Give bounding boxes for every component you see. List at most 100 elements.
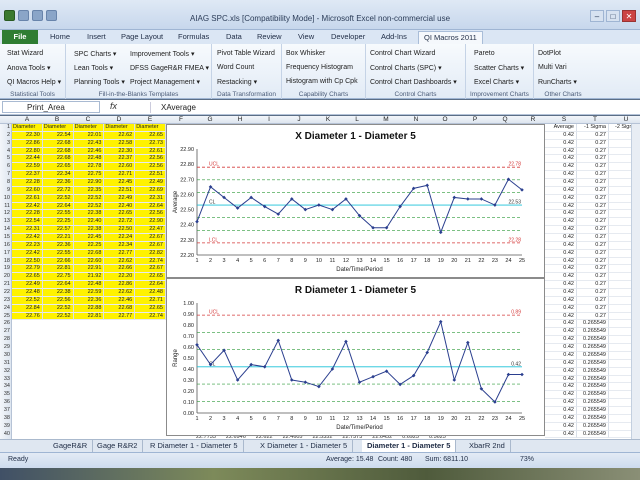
table-cell[interactable]: 0.265549 (577, 367, 609, 376)
table-cell[interactable]: 0.27 (577, 281, 609, 290)
row-header[interactable]: 3 (0, 140, 11, 148)
table-cell[interactable]: 22.23 (12, 241, 43, 250)
sheet-tab-xbarr-2nd[interactable]: XbarR 2nd (464, 440, 511, 452)
table-cell[interactable]: 0.27 (577, 155, 609, 164)
table-cell[interactable]: 0.27 (577, 202, 609, 211)
table-cell[interactable]: 22.62 (104, 257, 136, 266)
pareto-button[interactable]: Pareto (474, 50, 495, 57)
table-cell[interactable]: 0.27 (577, 273, 609, 282)
table-cell[interactable]: 0.265549 (577, 328, 609, 337)
column-header[interactable]: H (225, 116, 255, 124)
table-cell[interactable]: 22.46 (73, 147, 105, 156)
table-cell[interactable]: 22.50 (12, 257, 43, 266)
row-header[interactable]: 1 (0, 124, 11, 132)
table-cell[interactable]: 0.27 (577, 257, 609, 266)
table-cell[interactable]: 22.48 (73, 155, 105, 164)
table-cell[interactable]: 22.55 (42, 249, 74, 258)
table-cell[interactable]: 22.60 (73, 257, 105, 266)
table-cell[interactable]: 22.68 (104, 304, 136, 313)
anova-tools-button[interactable]: Anova Tools ▾ (7, 64, 50, 72)
table-cell[interactable]: 22.74 (135, 257, 166, 266)
table-cell[interactable]: 22.67 (135, 265, 166, 274)
table-cell[interactable]: 0.27 (577, 241, 609, 250)
row-header[interactable]: 33 (0, 376, 11, 384)
table-cell[interactable]: 22.45 (104, 179, 136, 187)
table-cell[interactable]: 22.46 (104, 296, 136, 305)
row-header[interactable]: 28 (0, 336, 11, 344)
table-cell[interactable]: 0.27 (577, 131, 609, 140)
table-cell[interactable]: 22.65 (135, 304, 166, 313)
row-header[interactable]: 17 (0, 250, 11, 258)
table-cell[interactable]: 0.27 (577, 163, 609, 172)
column-header[interactable]: I (254, 116, 284, 124)
table-cell[interactable]: 0.27 (577, 171, 609, 180)
tab-file[interactable]: File (2, 30, 38, 44)
table-cell[interactable]: 22.36 (42, 241, 74, 250)
column-header[interactable]: Q (490, 116, 520, 124)
table-cell[interactable]: 22.64 (42, 281, 74, 290)
table-cell[interactable]: 0.42 (545, 163, 577, 172)
row-header[interactable]: 2 (0, 132, 11, 140)
table-cell[interactable]: 22.88 (73, 304, 105, 313)
table-cell[interactable]: 22.62 (104, 289, 136, 297)
sheet-tab-gagerr[interactable]: GageR&R (48, 440, 94, 452)
row-header[interactable]: 16 (0, 242, 11, 250)
table-cell[interactable]: 22.76 (12, 312, 43, 321)
tab-review[interactable]: Review (257, 32, 282, 41)
table-cell[interactable]: 0.42 (545, 131, 577, 140)
table-cell[interactable]: 0.42 (545, 226, 577, 235)
column-header[interactable]: D (104, 116, 134, 124)
column-header[interactable]: E (135, 116, 165, 124)
table-cell[interactable]: 22.38 (73, 226, 105, 235)
column-header[interactable]: N (401, 116, 431, 124)
tab-view[interactable]: View (298, 32, 314, 41)
table-cell[interactable]: 0.42 (545, 414, 577, 423)
table-cell[interactable]: 22.36 (73, 296, 105, 305)
lean-tools-button[interactable]: Lean Tools ▾ (74, 64, 113, 72)
row-header[interactable]: 18 (0, 258, 11, 266)
table-cell[interactable]: 22.51 (135, 171, 166, 180)
table-cell[interactable]: 22.84 (12, 304, 43, 313)
column-header[interactable]: S (549, 116, 579, 124)
table-cell[interactable]: 22.86 (12, 139, 43, 148)
restacking-button[interactable]: Restacking ▾ (217, 78, 257, 86)
sheet-tab-gagerr2[interactable]: Gage R&R2 (92, 440, 144, 452)
word-count-button[interactable]: Word Count (217, 64, 254, 71)
table-cell[interactable]: 22.52 (42, 194, 74, 203)
table-cell[interactable]: 0.265549 (577, 391, 609, 400)
tab-page-layout[interactable]: Page Layout (121, 32, 163, 41)
table-cell[interactable]: 22.78 (73, 163, 105, 172)
table-cell[interactable]: 0.42 (545, 202, 577, 211)
table-cell[interactable]: 0.27 (577, 186, 609, 195)
table-cell[interactable]: 0.27 (577, 249, 609, 258)
table-cell[interactable]: 0.265549 (577, 320, 609, 329)
row-header[interactable]: 10 (0, 195, 11, 203)
table-cell[interactable]: 0.42 (545, 257, 577, 266)
table-cell[interactable]: 22.28 (12, 210, 43, 219)
table-cell[interactable]: 22.56 (42, 296, 74, 305)
table-cell[interactable]: 22.01 (73, 131, 105, 140)
table-cell[interactable]: 22.82 (135, 249, 166, 258)
table-cell[interactable]: 22.30 (104, 147, 136, 156)
table-cell[interactable]: 22.72 (42, 186, 74, 195)
table-cell[interactable]: 22.60 (12, 186, 43, 195)
table-cell[interactable]: 0.265549 (577, 336, 609, 345)
column-header[interactable]: O (430, 116, 460, 124)
planning-tools-button[interactable]: Planning Tools ▾ (74, 78, 125, 86)
table-cell[interactable]: 22.55 (42, 210, 74, 219)
table-cell[interactable]: 22.91 (73, 265, 105, 274)
table-cell[interactable]: 0.42 (545, 399, 577, 407)
table-cell[interactable]: 22.65 (42, 163, 74, 172)
table-cell[interactable]: 22.52 (73, 194, 105, 203)
table-cell[interactable]: 22.21 (42, 234, 74, 242)
table-cell[interactable]: 0.42 (545, 289, 577, 297)
table-cell[interactable]: 22.52 (12, 296, 43, 305)
table-cell[interactable]: 0.27 (577, 234, 609, 242)
table-cell[interactable]: 22.42 (12, 249, 43, 258)
row-header[interactable]: 30 (0, 352, 11, 360)
table-cell[interactable]: 22.66 (42, 257, 74, 266)
table-cell[interactable]: 0.42 (545, 194, 577, 203)
table-cell[interactable]: 0.265549 (577, 414, 609, 423)
table-cell[interactable]: 22.51 (104, 186, 136, 195)
table-cell[interactable]: 22.42 (12, 234, 43, 242)
